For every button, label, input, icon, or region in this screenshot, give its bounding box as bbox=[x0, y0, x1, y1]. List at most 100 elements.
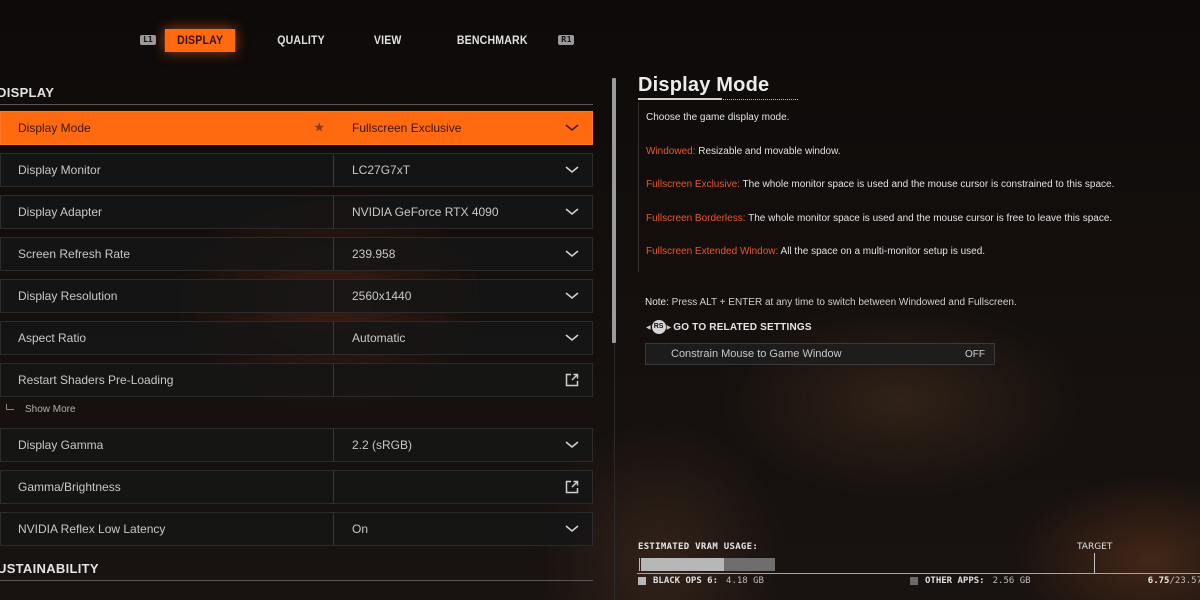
vram-target-marker bbox=[1094, 553, 1095, 573]
setting-label: Display Resolution bbox=[1, 280, 334, 312]
chevron-down-icon[interactable] bbox=[552, 334, 592, 342]
option-desc: All the space on a multi-monitor setup i… bbox=[778, 246, 986, 257]
legend-swatch-other bbox=[910, 577, 918, 585]
tab-display[interactable]: DISPLAY bbox=[164, 28, 236, 52]
detail-option-fullscreen-borderless: Fullscreen Borderless: The whole monitor… bbox=[646, 213, 1112, 224]
vram-total: 6.75/23.57 bbox=[1148, 576, 1200, 586]
tab-bar: L1 DISPLAY QUALITY VIEW BENCHMARK R1 bbox=[140, 28, 575, 52]
left-arrow-icon: ◀ bbox=[646, 324, 651, 331]
setting-label-text: Aspect Ratio bbox=[18, 331, 87, 345]
legend-game: BLACK OPS 6: 4.18 GB bbox=[638, 576, 764, 586]
setting-value: 239.958 bbox=[352, 247, 396, 261]
setting-value: Fullscreen Exclusive bbox=[352, 121, 462, 135]
setting-row-display-monitor[interactable]: Display Monitor LC27G7xT bbox=[0, 153, 593, 187]
external-link-icon[interactable] bbox=[552, 373, 592, 387]
note-text: Press ALT + ENTER at any time to switch … bbox=[668, 297, 1017, 308]
vram-usage: ESTIMATED VRAM USAGE: TARGET BLACK OPS 6… bbox=[637, 541, 1200, 600]
setting-row-gamma-brightness[interactable]: Gamma/Brightness bbox=[0, 470, 593, 504]
option-desc: The whole monitor space is used and the … bbox=[745, 213, 1113, 224]
right-arrow-icon: ▶ bbox=[666, 324, 672, 331]
section-title-sustainability: USTAINABILITY bbox=[0, 561, 593, 581]
tab-quality[interactable]: QUALITY bbox=[265, 29, 337, 52]
setting-label-text: Display Gamma bbox=[18, 438, 104, 452]
r1-bumper-icon[interactable]: R1 bbox=[558, 35, 575, 45]
vram-capacity: 23.57 bbox=[1174, 576, 1200, 586]
star-icon[interactable]: ★ bbox=[313, 120, 325, 136]
setting-value: 2.2 (sRGB) bbox=[352, 438, 413, 452]
rs-button-icon: RS bbox=[651, 320, 666, 334]
legend-other: OTHER APPS: 2.56 GB bbox=[910, 576, 1031, 586]
scrollbar-thumb[interactable] bbox=[612, 78, 616, 343]
vram-bar bbox=[639, 558, 804, 571]
setting-label-text: Restart Shaders Pre-Loading bbox=[18, 373, 174, 387]
setting-label: Screen Refresh Rate bbox=[1, 238, 334, 270]
chevron-down-icon[interactable] bbox=[552, 166, 592, 174]
go-to-related-settings[interactable]: ◀ RS ▶ GO TO RELATED SETTINGS bbox=[646, 320, 812, 334]
tab-benchmark[interactable]: BENCHMARK bbox=[444, 29, 539, 52]
related-setting-label: Constrain Mouse to Game Window bbox=[671, 348, 842, 360]
tab-view[interactable]: VIEW bbox=[362, 29, 414, 52]
setting-value: Automatic bbox=[352, 331, 406, 345]
show-more-label: Show More bbox=[25, 404, 76, 415]
legend-game-label: BLACK OPS 6: bbox=[653, 576, 719, 586]
setting-row-restart-shaders-pre-loading[interactable]: Restart Shaders Pre-Loading bbox=[0, 363, 593, 397]
detail-intro: Choose the game display mode. bbox=[646, 112, 790, 123]
chevron-down-icon[interactable] bbox=[552, 208, 592, 216]
option-name: Fullscreen Borderless: bbox=[646, 213, 746, 224]
legend-other-label: OTHER APPS: bbox=[925, 576, 985, 586]
setting-label: NVIDIA Reflex Low Latency bbox=[1, 513, 334, 545]
setting-label-text: Display Resolution bbox=[18, 289, 118, 303]
related-setting-value: OFF bbox=[965, 348, 985, 360]
setting-row-display-resolution[interactable]: Display Resolution 2560x1440 bbox=[0, 279, 593, 313]
option-name: Fullscreen Exclusive: bbox=[646, 179, 740, 190]
option-desc: Resizable and movable window. bbox=[695, 146, 841, 157]
chevron-down-icon[interactable] bbox=[552, 124, 592, 132]
setting-row-screen-refresh-rate[interactable]: Screen Refresh Rate 239.958 bbox=[0, 237, 593, 271]
setting-row-aspect-ratio[interactable]: Aspect Ratio Automatic bbox=[0, 321, 593, 355]
setting-value: 2560x1440 bbox=[352, 289, 412, 303]
setting-label: Display Adapter bbox=[1, 196, 334, 228]
detail-title: Display Mode bbox=[638, 74, 770, 96]
tree-elbow-icon bbox=[6, 404, 14, 410]
option-name: Fullscreen Extended Window: bbox=[646, 246, 779, 257]
detail-option-windowed: Windowed: Resizable and movable window. bbox=[646, 146, 841, 157]
note-label: Note: bbox=[645, 297, 669, 308]
setting-label-text: Gamma/Brightness bbox=[18, 480, 121, 494]
option-name: Windowed: bbox=[646, 146, 696, 157]
setting-label-text: Display Mode bbox=[18, 121, 91, 135]
setting-label-text: Display Monitor bbox=[18, 163, 101, 177]
l1-bumper-icon[interactable]: L1 bbox=[140, 35, 156, 45]
legend-other-value: 2.56 GB bbox=[992, 576, 1031, 586]
legend-swatch-game bbox=[638, 577, 646, 585]
section-title-display: DISPLAY bbox=[0, 85, 593, 105]
setting-row-display-mode[interactable]: Display Mode ★ Fullscreen Exclusive bbox=[0, 111, 593, 145]
external-link-icon[interactable] bbox=[552, 480, 592, 494]
setting-label-text: Display Adapter bbox=[18, 205, 103, 219]
chevron-down-icon[interactable] bbox=[552, 441, 592, 449]
setting-label: Display Mode ★ bbox=[1, 112, 334, 144]
setting-row-nvidia-reflex-low-latency[interactable]: NVIDIA Reflex Low Latency On bbox=[0, 512, 593, 546]
setting-label: Aspect Ratio bbox=[1, 322, 334, 354]
setting-value: NVIDIA GeForce RTX 4090 bbox=[352, 205, 499, 219]
show-more-link[interactable]: Show More bbox=[6, 404, 76, 415]
setting-value: LC27G7xT bbox=[352, 163, 411, 177]
setting-label: Display Gamma bbox=[1, 429, 334, 461]
setting-label-text: NVIDIA Reflex Low Latency bbox=[18, 522, 166, 536]
detail-option-fullscreen-extended: Fullscreen Extended Window: All the spac… bbox=[646, 246, 985, 257]
detail-note: Note: Press ALT + ENTER at any time to s… bbox=[645, 297, 1017, 308]
related-setting-constrain-mouse[interactable]: Constrain Mouse to Game Window OFF bbox=[645, 343, 995, 365]
setting-label: Display Monitor bbox=[1, 154, 334, 186]
vram-bar-game-segment bbox=[641, 558, 724, 571]
setting-row-display-gamma[interactable]: Display Gamma 2.2 (sRGB) bbox=[0, 428, 593, 462]
setting-label: Restart Shaders Pre-Loading bbox=[1, 364, 334, 396]
chevron-down-icon[interactable] bbox=[552, 250, 592, 258]
chevron-down-icon[interactable] bbox=[552, 525, 592, 533]
legend-game-value: 4.18 GB bbox=[726, 576, 764, 586]
chevron-down-icon[interactable] bbox=[552, 292, 592, 300]
related-settings-label: GO TO RELATED SETTINGS bbox=[673, 321, 812, 333]
vram-target-label: TARGET bbox=[1077, 542, 1113, 552]
title-underline-accent bbox=[638, 98, 722, 100]
vram-used: 6.75 bbox=[1147, 576, 1170, 586]
setting-row-display-adapter[interactable]: Display Adapter NVIDIA GeForce RTX 4090 bbox=[0, 195, 593, 229]
option-desc: The whole monitor space is used and the … bbox=[739, 179, 1115, 190]
